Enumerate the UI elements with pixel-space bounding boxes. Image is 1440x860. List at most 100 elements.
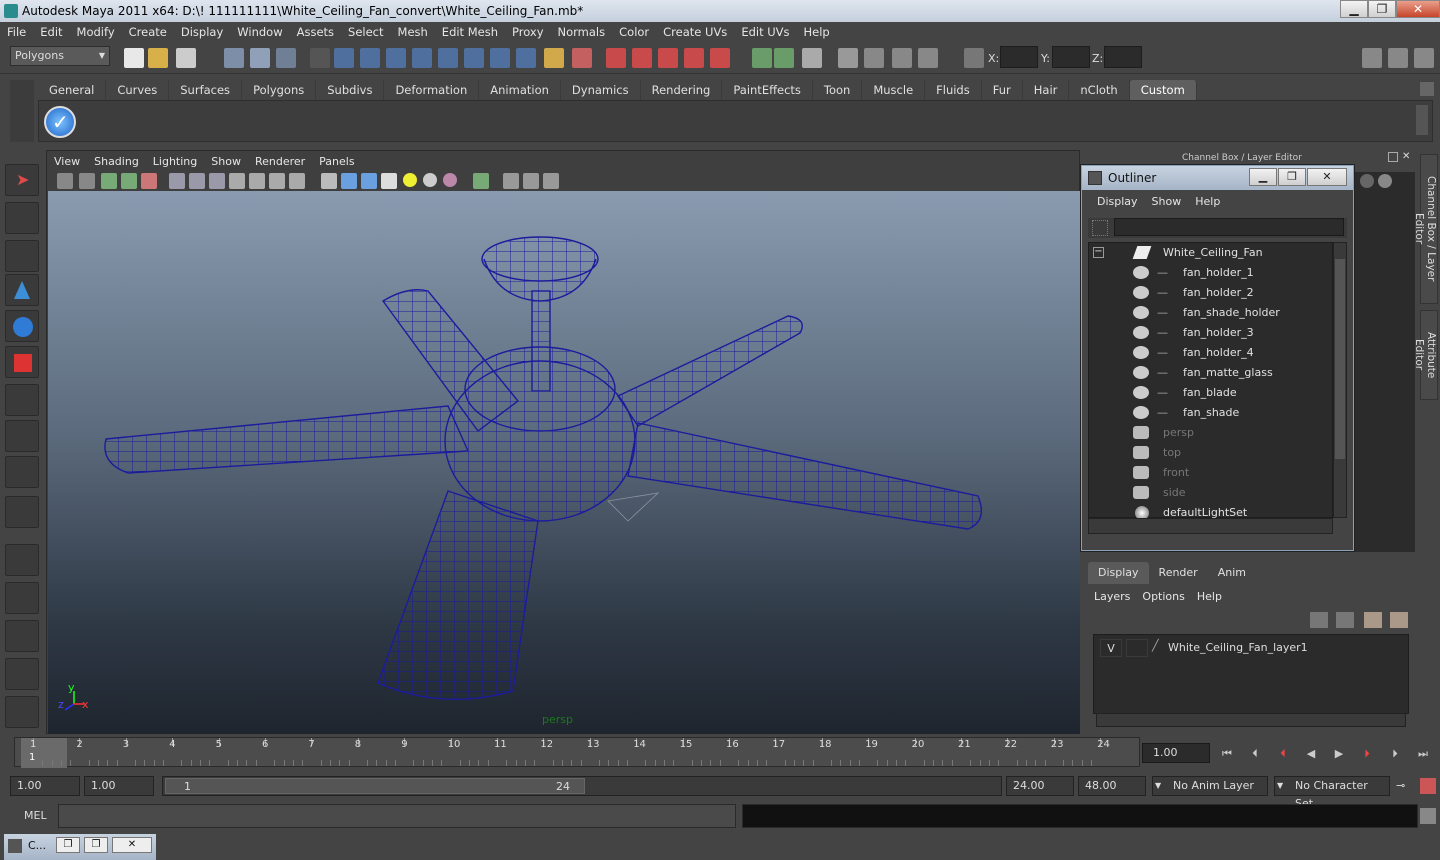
wireframe-icon[interactable] <box>321 173 337 189</box>
layer-menu-layers[interactable]: Layers <box>1088 590 1136 603</box>
resolution-gate-icon[interactable] <box>209 173 225 189</box>
menu-edit-mesh[interactable]: Edit Mesh <box>435 25 505 39</box>
shelf-tab-curves[interactable]: Curves <box>106 80 170 100</box>
shelf-tab-custom[interactable]: Custom <box>1129 80 1197 100</box>
animation-start-field[interactable]: 1.00 <box>10 776 80 796</box>
close-button[interactable]: ✕ <box>112 837 152 853</box>
textured-icon[interactable] <box>381 173 397 189</box>
layer-horizontal-scrollbar[interactable] <box>1096 713 1406 727</box>
go-to-end-icon[interactable]: ⏭ <box>1414 745 1432 763</box>
menu-mesh[interactable]: Mesh <box>391 25 435 39</box>
snap-view-plane-icon[interactable] <box>684 48 704 68</box>
layout-graph-icon[interactable] <box>5 658 39 690</box>
mask-icon[interactable] <box>310 48 330 68</box>
move-layer-up-icon[interactable] <box>1310 612 1328 628</box>
outliner-child-row[interactable]: — fan_shade_holder <box>1089 303 1332 323</box>
gate-mask-icon[interactable] <box>229 173 245 189</box>
ipr-render-icon[interactable] <box>892 48 912 68</box>
render-view-icon[interactable] <box>838 48 858 68</box>
outliner-minimize-button[interactable]: ▁ <box>1249 168 1277 186</box>
trash-icon[interactable] <box>1420 82 1434 96</box>
snap-curve-icon[interactable] <box>632 48 652 68</box>
camera-select-icon[interactable] <box>57 173 73 189</box>
layer-row[interactable]: V ╱ White_Ceiling_Fan_layer1 <box>1100 639 1400 657</box>
close-panel-icon[interactable]: ✕ <box>1402 152 1414 162</box>
layer-tab-render[interactable]: Render <box>1149 562 1208 584</box>
menu-create[interactable]: Create <box>122 25 174 39</box>
anim-layer-dropdown[interactable]: ▼ No Anim Layer <box>1152 776 1268 796</box>
filter-icon[interactable] <box>1092 220 1108 236</box>
output-ops-icon[interactable] <box>774 48 794 68</box>
playback-end-field[interactable]: 24.00 <box>1006 776 1074 796</box>
outliner-menu-display[interactable]: Display <box>1090 195 1145 208</box>
animation-preferences-icon[interactable] <box>1420 778 1436 794</box>
construction-history-icon[interactable] <box>802 48 822 68</box>
script-editor-icon[interactable] <box>1420 808 1436 824</box>
film-gate-icon[interactable] <box>189 173 205 189</box>
outliner-camera-row[interactable]: persp <box>1089 423 1332 443</box>
select-component-icon[interactable] <box>276 48 296 68</box>
layer-type-toggle[interactable] <box>1126 639 1148 657</box>
viewport-menu-panels[interactable]: Panels <box>312 155 361 168</box>
maximize-button[interactable]: ❐ <box>84 837 108 853</box>
select-object-icon[interactable] <box>250 48 270 68</box>
layout-outliner-icon[interactable] <box>5 620 39 652</box>
step-forward-key-icon[interactable]: ⏵ <box>1358 745 1376 763</box>
current-time-field[interactable]: 1.00 <box>1142 743 1210 763</box>
toggle-sidebar-icon[interactable] <box>1362 48 1382 68</box>
rotate-tool-icon[interactable] <box>5 310 39 342</box>
isolate-select-icon[interactable] <box>473 173 489 189</box>
menu-edit-uvs[interactable]: Edit UVs <box>734 25 796 39</box>
checkmark-icon[interactable]: ✓ <box>44 106 76 138</box>
lock-selection-icon[interactable] <box>544 48 564 68</box>
render-current-icon[interactable] <box>864 48 884 68</box>
outliner-menu-show[interactable]: Show <box>1145 195 1189 208</box>
field-chart-icon[interactable] <box>249 173 265 189</box>
side-tab-attribute-editor[interactable]: Attribute Editor <box>1413 310 1438 400</box>
viewport-menu-show[interactable]: Show <box>204 155 248 168</box>
layout-custom-icon[interactable] <box>5 696 39 728</box>
select-hierarchy-icon[interactable] <box>224 48 244 68</box>
layer-tab-display[interactable]: Display <box>1088 562 1149 584</box>
menu-display[interactable]: Display <box>174 25 230 39</box>
layout-four-icon[interactable] <box>5 582 39 614</box>
shadows-icon[interactable] <box>443 173 457 187</box>
x-input[interactable] <box>1000 46 1038 68</box>
hud-icon[interactable] <box>543 173 559 189</box>
transform-mode-icon[interactable] <box>964 48 984 68</box>
open-scene-icon[interactable] <box>148 48 168 68</box>
outliner-child-row[interactable]: — fan_holder_1 <box>1089 263 1332 283</box>
render-settings-icon[interactable] <box>918 48 938 68</box>
shelf-tab-subdivs[interactable]: Subdivs <box>316 80 385 100</box>
show-manipulator-icon[interactable] <box>5 456 39 488</box>
float-panel-icon[interactable] <box>1388 152 1398 162</box>
menu-normals[interactable]: Normals <box>551 25 613 39</box>
y-input[interactable] <box>1052 46 1090 68</box>
make-live-icon[interactable] <box>710 48 730 68</box>
select-tool-icon[interactable]: ➤ <box>5 164 39 196</box>
menu-select[interactable]: Select <box>341 25 390 39</box>
camera-attributes-icon[interactable] <box>79 173 95 189</box>
new-layer-icon[interactable] <box>1364 612 1382 628</box>
highlight-selection-icon[interactable] <box>572 48 592 68</box>
move-layer-down-icon[interactable] <box>1336 612 1354 628</box>
minimized-window[interactable]: C... ❐ ❐ ✕ <box>4 834 156 860</box>
safe-title-icon[interactable] <box>289 173 305 189</box>
outliner-root-row[interactable]: − White_Ceiling_Fan <box>1089 243 1332 263</box>
menu-modify[interactable]: Modify <box>70 25 122 39</box>
new-scene-icon[interactable] <box>124 48 144 68</box>
lasso-tool-icon[interactable] <box>5 202 39 234</box>
pick-face-icon[interactable] <box>412 48 432 68</box>
shelf-tab-dynamics[interactable]: Dynamics <box>561 80 641 100</box>
shelf-tab-hair[interactable]: Hair <box>1023 80 1070 100</box>
snap-point-icon[interactable] <box>658 48 678 68</box>
safe-action-icon[interactable] <box>269 173 285 189</box>
time-slider[interactable]: 1 1 2 3 4 5 6 7 8 9 10 11 12 13 14 15 16 17 18 19 20 21 22 23 2… <box>14 737 1140 768</box>
command-input[interactable] <box>58 804 736 828</box>
shelf-tab-muscle[interactable]: Muscle <box>862 80 926 100</box>
layer-menu-options[interactable]: Options <box>1136 590 1190 603</box>
xray-icon[interactable] <box>503 173 519 189</box>
xray-joints-icon[interactable] <box>523 173 539 189</box>
animation-end-field[interactable]: 48.00 <box>1078 776 1146 796</box>
scale-tool-icon[interactable] <box>5 346 39 378</box>
